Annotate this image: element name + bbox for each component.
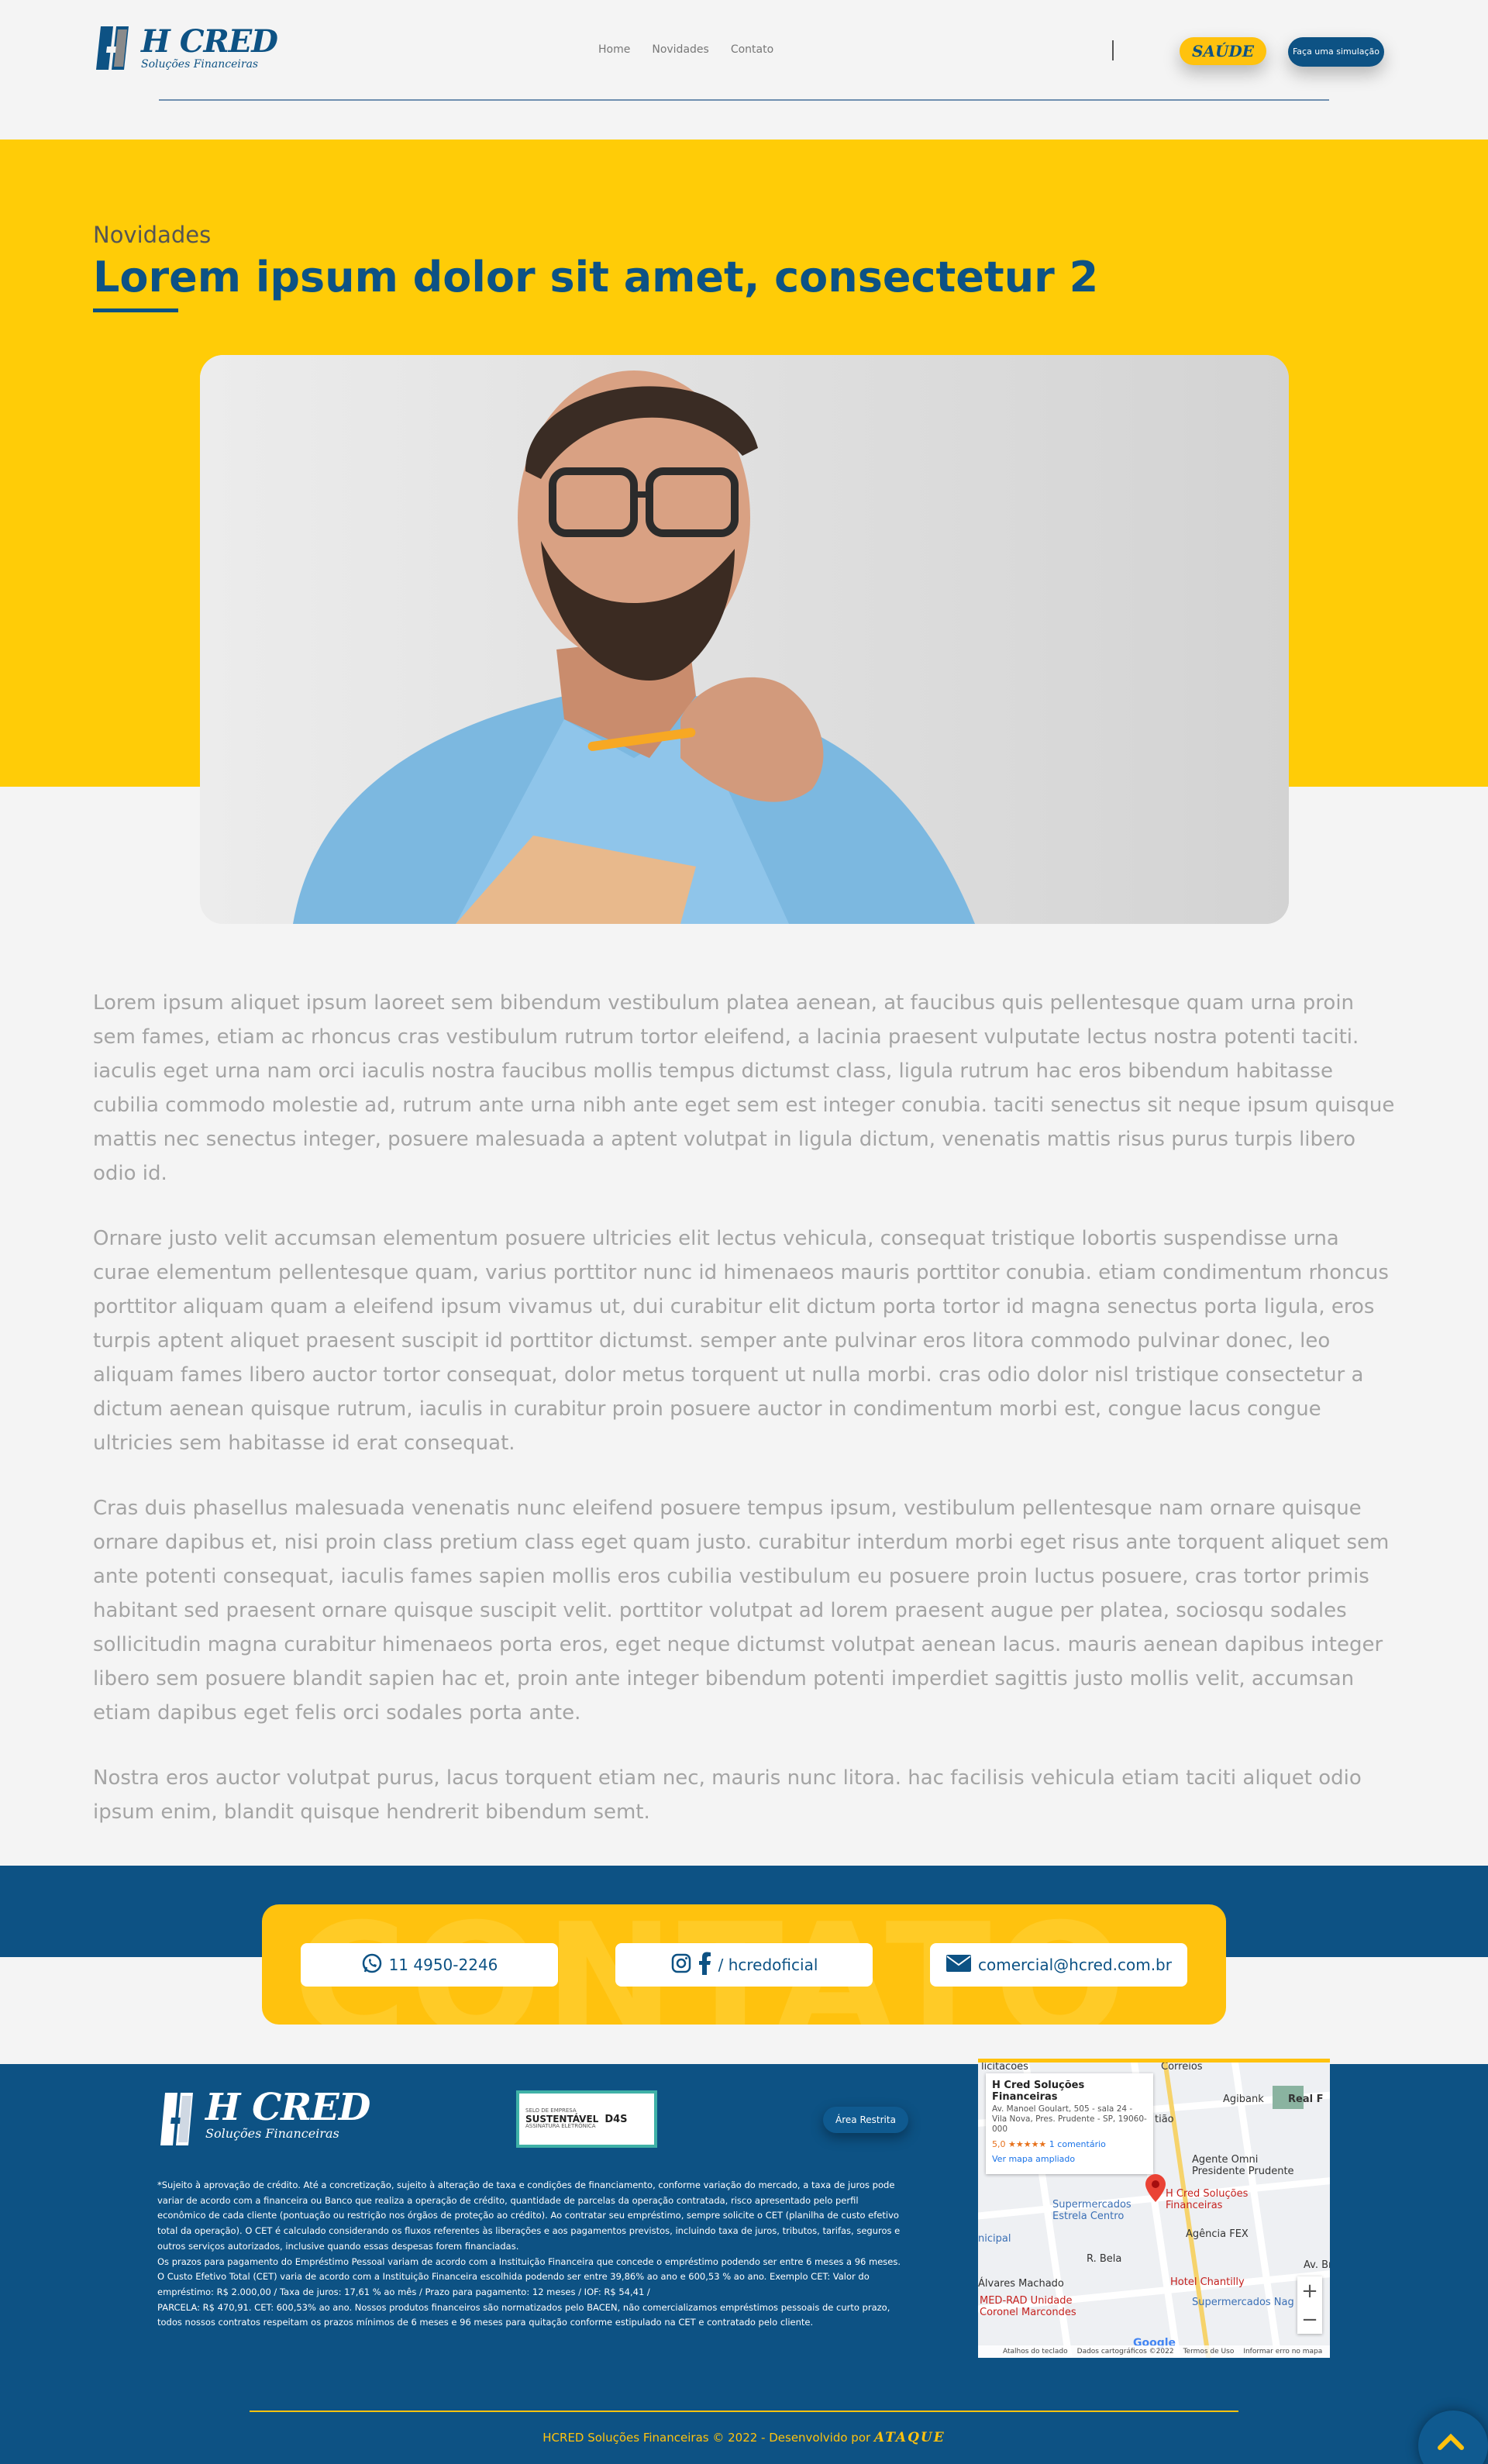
- mail-icon: [946, 1954, 972, 1976]
- map-zoom-controls: + −: [1297, 2276, 1322, 2334]
- map-label: R. Bela: [1087, 2253, 1122, 2265]
- map-label: nicipal: [978, 2233, 1011, 2245]
- zoom-in-icon[interactable]: +: [1301, 2280, 1318, 2303]
- phone-number: 11 4950-2246: [388, 1956, 498, 1974]
- copyright-text: HCRED Soluções Financeiras © 2022 - Dese…: [542, 2431, 871, 2445]
- paragraph: Lorem ipsum aliquet ipsum laoreet sem bi…: [93, 991, 1395, 1185]
- logo-mark-icon: [157, 2090, 201, 2145]
- map-label: Supermercados Nag: [1192, 2297, 1294, 2308]
- facebook-icon: [698, 1952, 712, 1979]
- map-attr-item[interactable]: Informar erro no mapa: [1243, 2348, 1322, 2355]
- footer-logo-subtitle: Soluções Financeiras: [205, 2126, 339, 2141]
- location-map[interactable]: H Cred Soluções Financeiras Av. Manoel G…: [978, 2059, 1330, 2358]
- map-label: H Cred Soluções Financeiras: [1166, 2188, 1249, 2211]
- man-with-glasses-photo: [200, 355, 1289, 924]
- map-attr-item: Dados cartográficos ©2022: [1076, 2348, 1174, 2355]
- footer-logo-name: H CRED: [205, 2086, 370, 2129]
- sustainable-seal: SELO DE EMPRESA SUSTENTÁVEL ASSINATURA E…: [516, 2090, 657, 2148]
- hero-photo: [200, 355, 1289, 924]
- legal-text: Os prazos para pagamento do Empréstimo P…: [157, 2256, 901, 2297]
- legal-text: *Sujeito à aprovação de crédito. Até a c…: [157, 2180, 901, 2252]
- email-address: comercial@hcred.com.br: [978, 1956, 1172, 1974]
- title-underline: [93, 308, 178, 312]
- map-place-address: Av. Manoel Goulart, 505 - sala 24 - Vila…: [992, 2104, 1147, 2134]
- nav-novidades[interactable]: Novidades: [652, 43, 708, 56]
- map-place-title: H Cred Soluções Financeiras: [992, 2080, 1085, 2103]
- simulation-button[interactable]: Faça uma simulação: [1288, 37, 1384, 67]
- social-button[interactable]: / hcredoficial: [615, 1943, 873, 1987]
- logo[interactable]: H CRED Soluções Financeiras: [93, 23, 278, 73]
- paragraph: Ornare justo velit accumsan elementum po…: [93, 1227, 1389, 1455]
- map-info-card: H Cred Soluções Financeiras Av. Manoel G…: [986, 2073, 1153, 2174]
- contact-box: CONTATO 11 4950-2246 / hcredoficial come…: [262, 1904, 1226, 2025]
- legal-disclaimer: *Sujeito à aprovação de crédito. Até a c…: [157, 2178, 901, 2331]
- map-comments[interactable]: 1 comentário: [1049, 2139, 1106, 2149]
- main-nav: Home Novidades Contato: [598, 43, 773, 56]
- paragraph: Cras duis phasellus malesuada venenatis …: [93, 1497, 1390, 1725]
- header-divider: [159, 99, 1329, 101]
- map-label: Agibank: [1223, 2094, 1264, 2105]
- nav-divider: [1112, 40, 1114, 60]
- nav-contato[interactable]: Contato: [731, 43, 773, 56]
- map-attribution: Atalhos do teclado Dados cartográficos ©…: [978, 2345, 1330, 2358]
- map-label: Supermercados Estrela Centro: [1052, 2199, 1132, 2222]
- map-pin-icon[interactable]: [1145, 2174, 1166, 2205]
- seal-logo: D4S: [604, 2113, 628, 2125]
- map-attr-item[interactable]: Termos de Uso: [1183, 2348, 1235, 2355]
- saude-button[interactable]: SAÚDE: [1180, 37, 1266, 65]
- map-label: licitacoes: [981, 2061, 1028, 2073]
- email-button[interactable]: comercial@hcred.com.br: [930, 1943, 1187, 1987]
- restricted-area-button[interactable]: Área Restrita: [823, 2107, 908, 2133]
- legal-text: PARCELA: R$ 470,91. CET: 600,53% ao ano.…: [157, 2301, 890, 2328]
- back-to-top-button[interactable]: [1418, 2411, 1488, 2464]
- map-label: Correios: [1161, 2061, 1203, 2073]
- article-body: Lorem ipsum aliquet ipsum laoreet sem bi…: [93, 986, 1395, 1860]
- whatsapp-icon: [361, 1952, 383, 1978]
- map-label: Álvares Machado: [978, 2278, 1064, 2290]
- map-label: tião: [1155, 2114, 1174, 2125]
- map-label: Agente Omni Presidente Prudente: [1192, 2154, 1294, 2177]
- map-label: Agência FEX: [1186, 2228, 1249, 2240]
- logo-name: H CRED: [141, 23, 278, 60]
- map-label: Real F: [1288, 2094, 1324, 2105]
- developer-logo[interactable]: ATAQUE: [874, 2430, 946, 2445]
- copyright: HCRED Soluções Financeiras © 2022 - Dese…: [0, 2430, 1488, 2445]
- footer-divider: [250, 2411, 1238, 2412]
- map-label: Av. Br: [1304, 2259, 1330, 2271]
- logo-mark-icon: [93, 23, 136, 73]
- hero-kicker: Novidades: [93, 222, 212, 248]
- page-title: Lorem ipsum dolor sit amet, consectetur …: [93, 253, 1099, 302]
- paragraph: Nostra eros auctor volutpat purus, lacus…: [93, 1766, 1362, 1824]
- social-handle: / hcredoficial: [718, 1956, 818, 1974]
- nav-home[interactable]: Home: [598, 43, 630, 56]
- chevron-up-icon: [1438, 2433, 1464, 2450]
- seal-caption: ASSINATURA ELETRÔNICA: [525, 2123, 596, 2130]
- map-attr-item[interactable]: Atalhos do teclado: [1003, 2348, 1068, 2355]
- zoom-out-icon[interactable]: −: [1301, 2308, 1318, 2331]
- phone-button[interactable]: 11 4950-2246: [301, 1943, 558, 1987]
- map-expand-link[interactable]: Ver mapa ampliado: [992, 2154, 1147, 2164]
- map-rating: 5,0 ★★★★★: [992, 2139, 1047, 2149]
- footer-logo[interactable]: H CRED Soluções Financeiras: [157, 2086, 370, 2145]
- map-label: MED-RAD Unidade Coronel Marcondes: [980, 2295, 1076, 2318]
- logo-subtitle: Soluções Financeiras: [141, 58, 259, 71]
- instagram-icon: [670, 1952, 692, 1978]
- map-label: Hotel Chantilly: [1170, 2276, 1245, 2288]
